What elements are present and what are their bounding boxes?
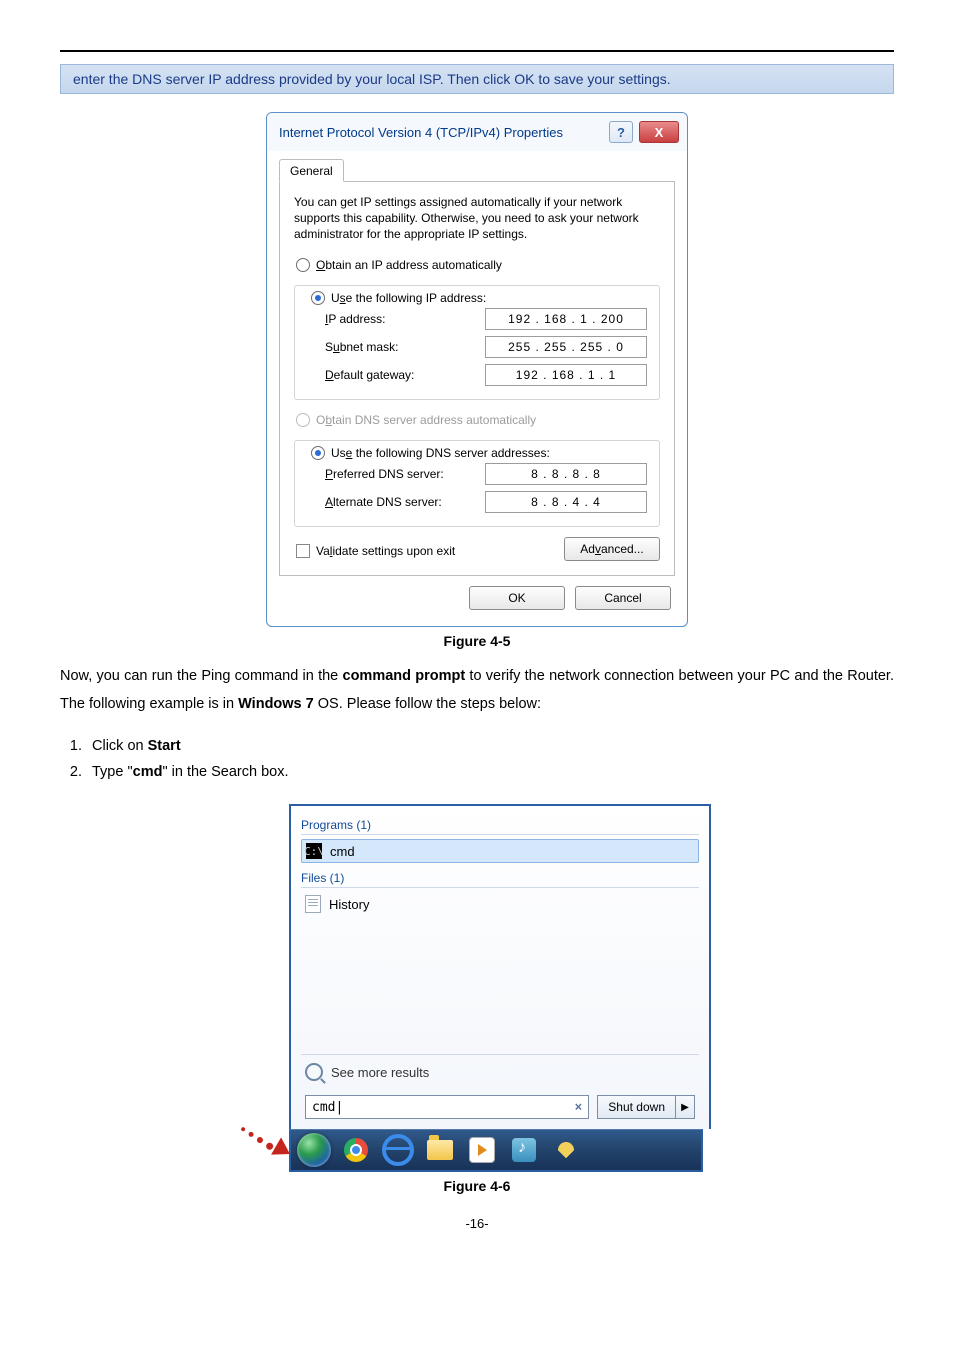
ip-address-input[interactable]: 192 . 168 . 1 . 200 <box>485 308 647 330</box>
start-orb-icon[interactable] <box>297 1136 331 1164</box>
music-icon[interactable] <box>507 1136 541 1164</box>
top-rule <box>60 50 894 52</box>
result-cmd[interactable]: C:\ cmd <box>301 839 699 863</box>
media-player-icon[interactable] <box>465 1136 499 1164</box>
page-number: -16- <box>60 1216 894 1231</box>
radio-obtain-ip[interactable]: Obtain an IP address automatically <box>296 255 658 275</box>
radio-icon <box>296 413 310 427</box>
dialog-titlebar[interactable]: Internet Protocol Version 4 (TCP/IPv4) P… <box>267 113 687 151</box>
chrome-icon[interactable] <box>339 1136 373 1164</box>
result-history[interactable]: History <box>301 892 699 916</box>
see-more-results[interactable]: See more results <box>301 1054 699 1087</box>
radio-icon <box>311 291 325 305</box>
clear-icon[interactable]: × <box>574 1100 582 1115</box>
intro-text: You can get IP settings assigned automat… <box>294 194 660 243</box>
subnet-mask-label: Subnet mask: <box>325 340 475 354</box>
paragraph: Now, you can run the Ping command in the… <box>60 663 894 718</box>
alternate-dns-input[interactable]: 8 . 8 . 4 . 4 <box>485 491 647 513</box>
radio-use-ip[interactable]: Use the following IP address: <box>307 291 490 305</box>
radio-icon <box>296 258 310 272</box>
radio-icon <box>311 446 325 460</box>
instruction-banner: enter the DNS server IP address provided… <box>60 64 894 94</box>
cmd-icon: C:\ <box>306 843 322 859</box>
ipv4-properties-dialog: Internet Protocol Version 4 (TCP/IPv4) P… <box>266 112 688 627</box>
advanced-button[interactable]: Advanced... <box>564 537 660 561</box>
ok-button[interactable]: OK <box>469 586 565 610</box>
files-legend: Files (1) <box>301 871 699 888</box>
figure-4-5-caption: Figure 4-5 <box>60 633 894 649</box>
default-gateway-input[interactable]: 192 . 168 . 1 . 1 <box>485 364 647 386</box>
dialog-title: Internet Protocol Version 4 (TCP/IPv4) P… <box>279 125 563 140</box>
explorer-icon[interactable] <box>423 1136 457 1164</box>
document-icon <box>305 895 321 913</box>
radio-obtain-dns: Obtain DNS server address automatically <box>296 410 658 430</box>
radio-label: Use the following IP address: <box>331 291 486 305</box>
shutdown-button[interactable]: Shut down <box>597 1095 676 1119</box>
ie-icon[interactable] <box>381 1136 415 1164</box>
alternate-dns-label: Alternate DNS server: <box>325 495 475 509</box>
checkbox-icon <box>296 544 310 558</box>
result-label: History <box>329 897 369 912</box>
ip-address-label: IP address: <box>325 312 475 326</box>
figure-4-6-caption: Figure 4-6 <box>60 1178 894 1194</box>
start-menu-panel: Programs (1) C:\ cmd Files (1) History S… <box>289 804 711 1129</box>
cancel-button[interactable]: Cancel <box>575 586 671 610</box>
result-label: cmd <box>330 844 355 859</box>
default-gateway-label: Default gateway: <box>325 368 475 382</box>
preferred-dns-label: Preferred DNS server: <box>325 467 475 481</box>
search-icon <box>305 1063 323 1081</box>
taskbar <box>289 1129 703 1172</box>
close-icon[interactable]: X <box>639 121 679 143</box>
wifi-icon[interactable] <box>549 1136 583 1164</box>
tab-general[interactable]: General <box>279 159 344 182</box>
help-icon[interactable]: ? <box>609 121 633 143</box>
radio-use-dns[interactable]: Use the following DNS server addresses: <box>307 446 554 460</box>
step-1: Click on Start <box>86 733 894 760</box>
radio-label: Obtain an IP address automatically <box>316 258 502 272</box>
subnet-mask-input[interactable]: 255 . 255 . 255 . 0 <box>485 336 647 358</box>
step-2: Type "cmd" in the Search box. <box>86 759 894 786</box>
radio-label: Obtain DNS server address automatically <box>316 413 536 427</box>
see-more-label: See more results <box>331 1065 429 1080</box>
shutdown-arrow-icon[interactable]: ▶ <box>676 1095 695 1119</box>
validate-checkbox[interactable]: Validate settings upon exit <box>294 540 455 558</box>
programs-legend: Programs (1) <box>301 818 699 835</box>
checkbox-label: Validate settings upon exit <box>316 544 455 558</box>
preferred-dns-input[interactable]: 8 . 8 . 8 . 8 <box>485 463 647 485</box>
radio-label: Use the following DNS server addresses: <box>331 446 550 460</box>
search-input[interactable]: cmd| × <box>305 1095 589 1119</box>
search-value: cmd| <box>312 1100 343 1115</box>
callout-arrow-icon <box>235 1140 291 1160</box>
